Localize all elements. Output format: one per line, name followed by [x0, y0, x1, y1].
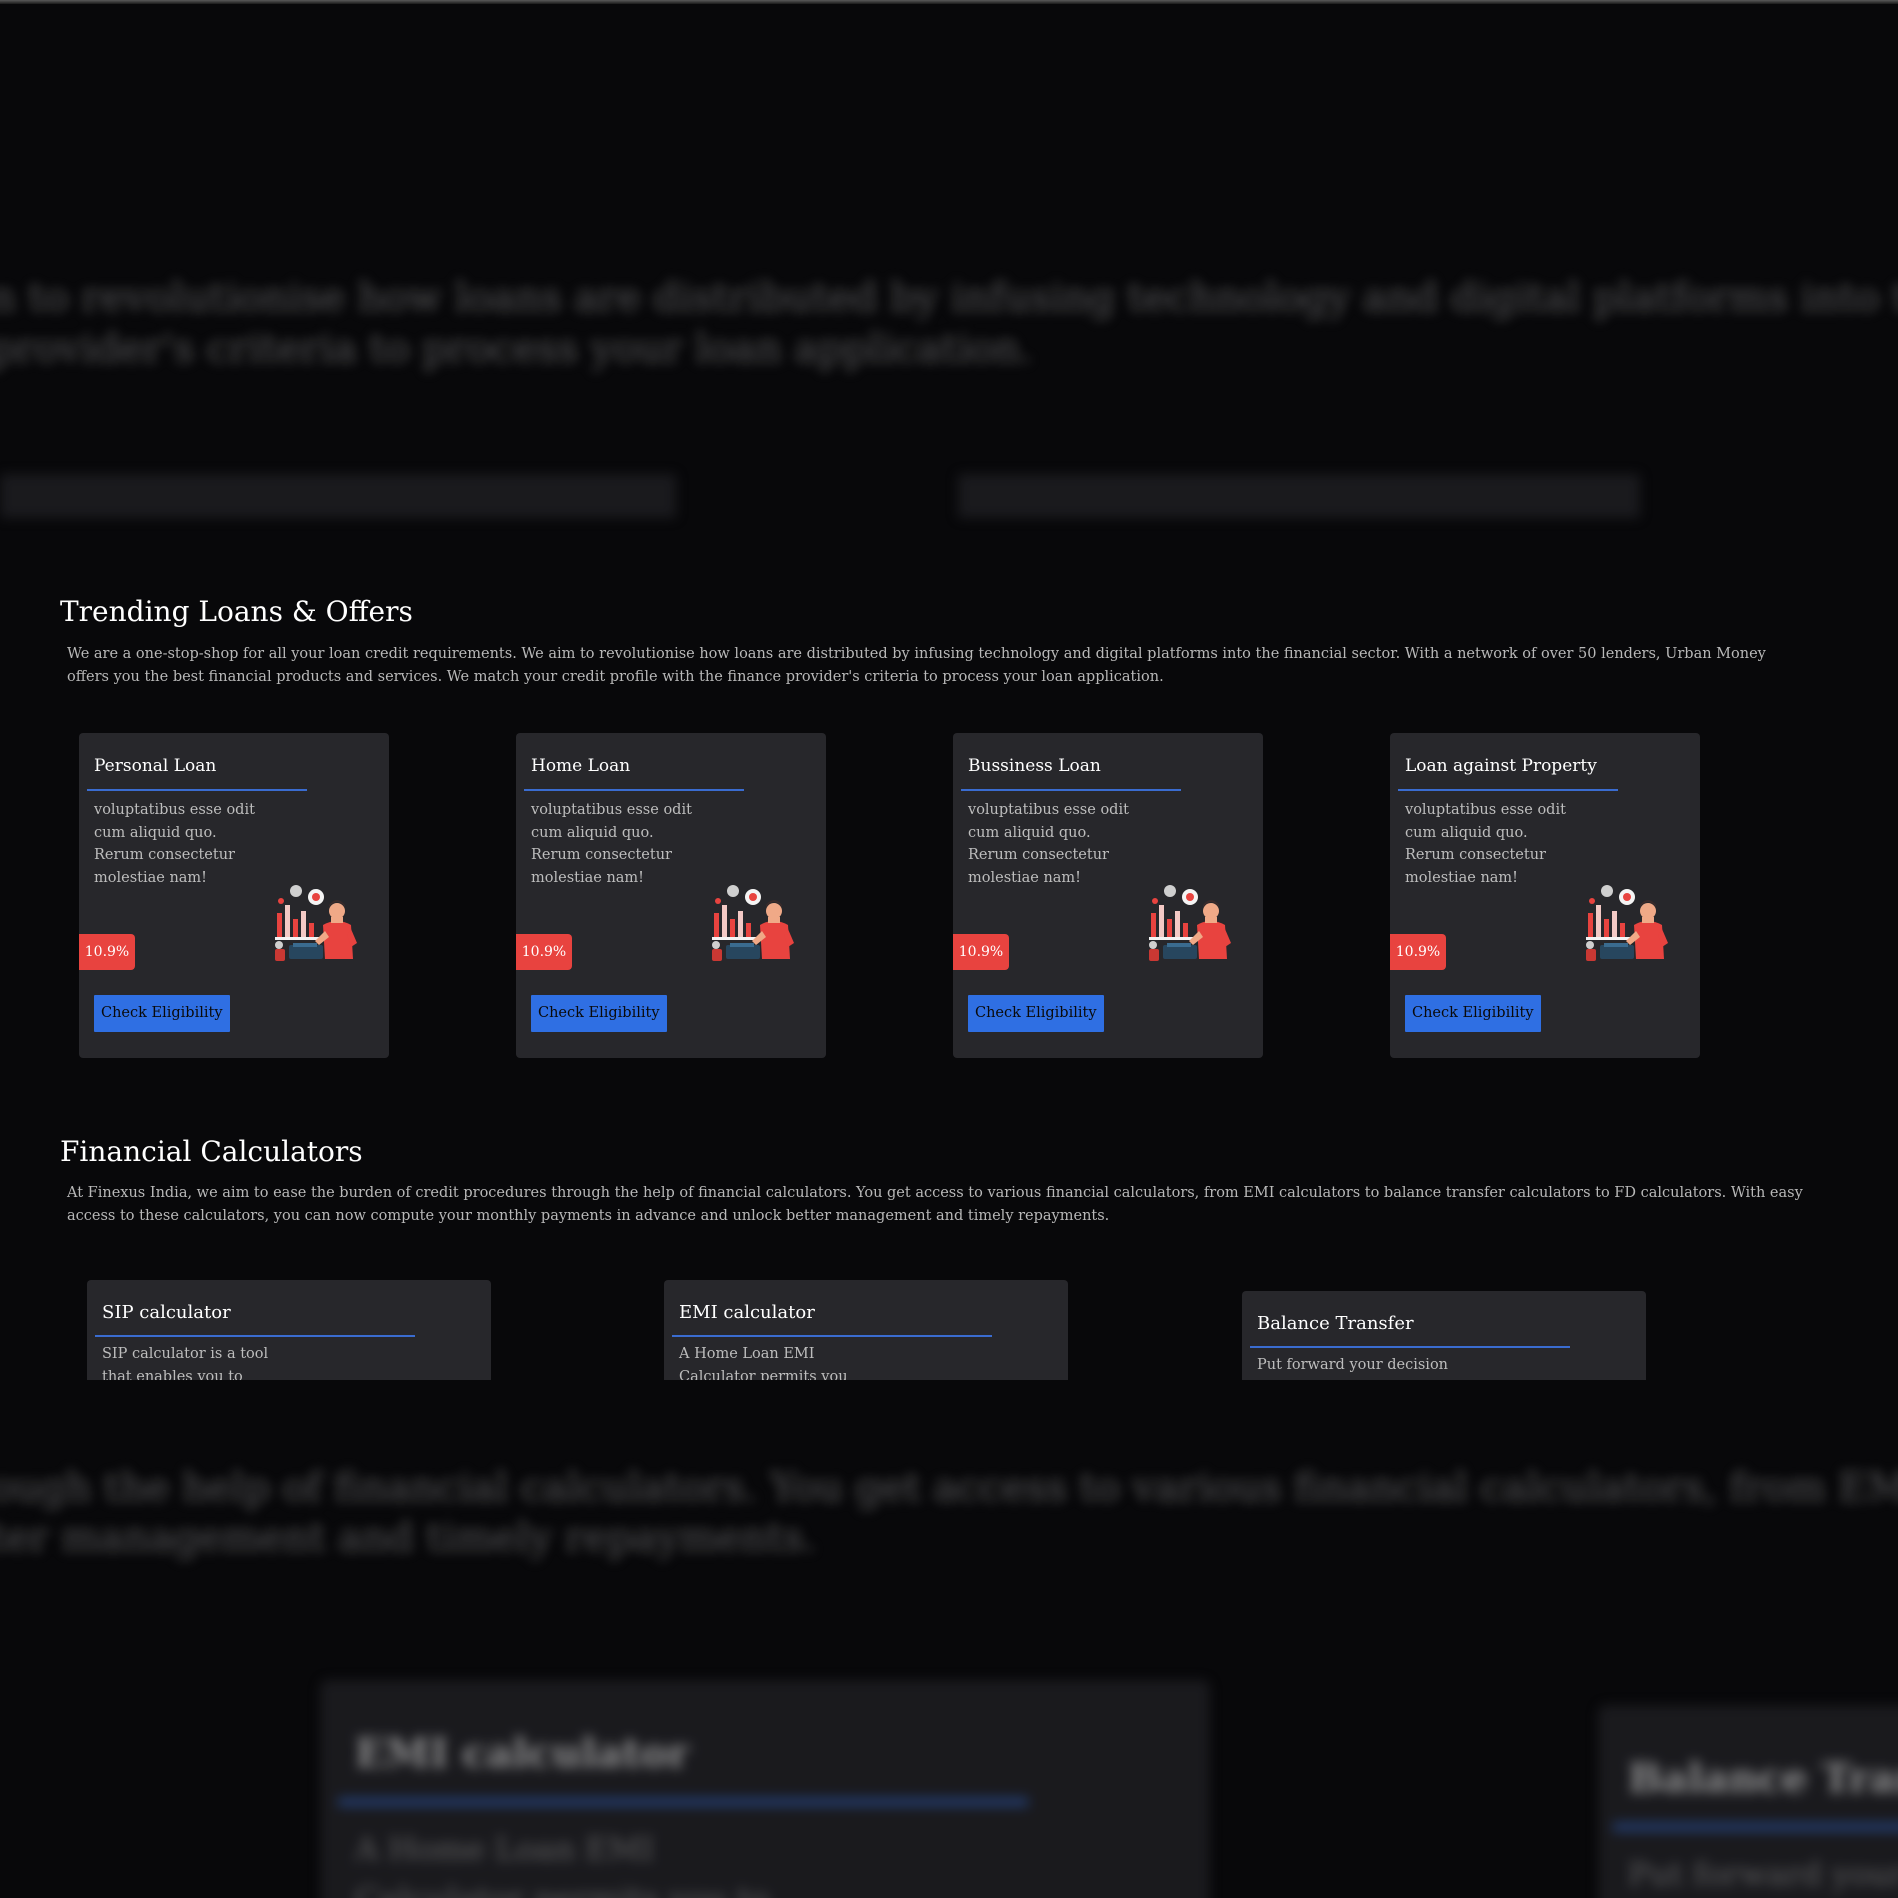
calculator-card-sip[interactable]: SIP calculator SIP calculator is a tool …: [87, 1280, 491, 1380]
check-eligibility-button[interactable]: Check Eligibility: [1405, 995, 1541, 1032]
finance-illustration-icon: [271, 883, 361, 963]
calculator-card-description: Put forward your decision: [1257, 1357, 1449, 1373]
loan-card-title: Home Loan: [531, 756, 631, 776]
interest-rate-badge: 10.9%: [516, 934, 572, 970]
loan-card-description: voluptatibus esse odit cum aliquid quo. …: [531, 802, 692, 886]
bg-card-text: Put forward your: [1628, 1855, 1898, 1893]
card-title-underline: [1398, 789, 1618, 791]
calculator-card-title: Balance Transfer: [1257, 1313, 1414, 1334]
bg-bar: [0, 474, 676, 518]
bg-bar: [958, 474, 1640, 518]
calculator-card-balance-transfer[interactable]: Balance Transfer Put forward your decisi…: [1242, 1291, 1646, 1380]
bg-card-title: Balance Transf: [1628, 1755, 1898, 1802]
trending-section-description: We are a one-stop-shop for all your loan…: [67, 646, 1766, 685]
bg-card-underline: [338, 1798, 1028, 1806]
loan-card-description: voluptatibus esse odit cum aliquid quo. …: [968, 802, 1129, 886]
loan-card-title: Bussiness Loan: [968, 756, 1101, 776]
bg-card-underline: [1613, 1823, 1898, 1831]
loan-card-description: voluptatibus esse odit cum aliquid quo. …: [94, 802, 255, 886]
window-top-edge: [0, 0, 1898, 4]
loan-card-description: voluptatibus esse odit cum aliquid quo. …: [1405, 802, 1566, 886]
loan-card-home: Home Loan voluptatibus esse odit cum ali…: [516, 733, 826, 1058]
card-title-underline: [672, 1335, 992, 1337]
page: n to revolutionise how loans are distrib…: [0, 0, 1898, 1898]
bg-text-line: provider's criteria to process your loan…: [0, 326, 1033, 372]
interest-rate-badge: 10.9%: [1390, 934, 1446, 970]
card-title-underline: [95, 1335, 415, 1337]
card-title-underline: [1250, 1346, 1570, 1348]
calculators-section-description: At Finexus India, we aim to ease the bur…: [67, 1185, 1803, 1224]
interest-rate-badge: 10.9%: [79, 934, 135, 970]
card-title-underline: [961, 789, 1181, 791]
card-title-underline: [524, 789, 744, 791]
finance-illustration-icon: [1582, 883, 1672, 963]
trending-section-title: Trending Loans & Offers: [60, 595, 413, 628]
check-eligibility-button[interactable]: Check Eligibility: [531, 995, 667, 1032]
card-title-underline: [87, 789, 307, 791]
bg-emi-card: EMI calculator A Home Loan EMI Calculato…: [320, 1680, 1210, 1898]
loan-card-business: Bussiness Loan voluptatibus esse odit cu…: [953, 733, 1263, 1058]
loan-card-personal: Personal Loan voluptatibus esse odit cum…: [79, 733, 389, 1058]
finance-illustration-icon: [708, 883, 798, 963]
bg-balance-card: Balance Transf Put forward your: [1598, 1705, 1898, 1898]
bg-card-title: EMI calculator: [355, 1730, 689, 1777]
calculator-card-description: A Home Loan EMI Calculator permits you t…: [679, 1346, 848, 1380]
check-eligibility-button[interactable]: Check Eligibility: [94, 995, 230, 1032]
loan-card-title: Personal Loan: [94, 756, 217, 776]
bg-text-line: ter management and timely repayments.: [0, 1515, 817, 1561]
calculator-card-description: SIP calculator is a tool that enables yo…: [102, 1346, 269, 1380]
loan-card-property: Loan against Property voluptatibus esse …: [1390, 733, 1700, 1058]
bg-text-line: ough the help of financial calculators. …: [0, 1465, 1898, 1511]
interest-rate-badge: 10.9%: [953, 934, 1009, 970]
calculators-section-title: Financial Calculators: [60, 1135, 363, 1168]
finance-illustration-icon: [1145, 883, 1235, 963]
bg-card-text: Calculator permits you to: [355, 1880, 769, 1898]
calculator-card-title: SIP calculator: [102, 1302, 231, 1323]
calculator-card-emi[interactable]: EMI calculator A Home Loan EMI Calculato…: [664, 1280, 1068, 1380]
bg-card-text: A Home Loan EMI: [355, 1830, 655, 1868]
bg-text-line: n to revolutionise how loans are distrib…: [0, 275, 1898, 321]
check-eligibility-button[interactable]: Check Eligibility: [968, 995, 1104, 1032]
calculator-card-title: EMI calculator: [679, 1302, 815, 1323]
loan-card-title: Loan against Property: [1405, 756, 1597, 776]
